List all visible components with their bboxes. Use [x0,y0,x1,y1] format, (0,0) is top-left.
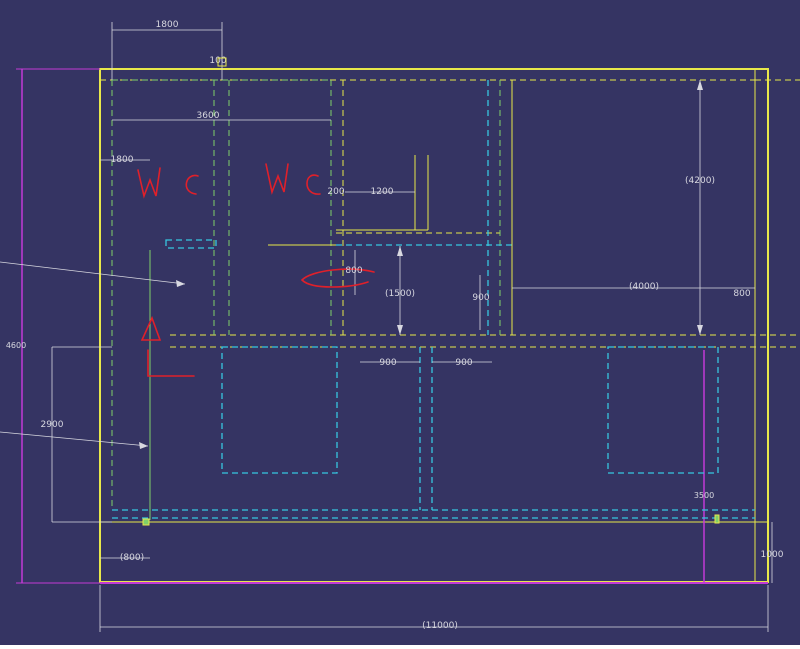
node-bottom-left [142,518,150,526]
label-1000: 1000 [761,550,784,560]
label-800-right: 800 [733,289,750,299]
label-800: 800 [345,266,362,276]
label-11000: (11000) [422,621,458,631]
label-2900: 2900 [41,420,64,430]
label-900-b: 900 [455,358,472,368]
label-900-a: 900 [379,358,396,368]
label-4200: (4200) [685,176,715,186]
label-left-vertical: 4600 [6,341,26,350]
label-3600: 3600 [197,111,220,121]
label-4000: (4000) [629,282,659,292]
label-1200: 1200 [371,187,394,197]
cad-drawing-canvas: 1800 100 3600 1800 200 1200 800 (1500) 9… [0,0,800,645]
wc-label-left: W C [150,185,152,187]
label-1800-top: 1800 [156,20,179,30]
wc-label-right: W C [280,185,282,187]
label-1800-left: 1800 [111,155,134,165]
label-right-vertical: 3500 [694,491,714,500]
label-900-vertical: 900 [472,293,489,303]
floor-plan-drawing: 1800 100 3600 1800 200 1200 800 (1500) 9… [0,0,800,645]
node-bottom-right [714,514,720,524]
label-200: 200 [327,187,344,197]
label-1500: (1500) [385,289,415,299]
label-800-bottom: (800) [120,553,144,563]
